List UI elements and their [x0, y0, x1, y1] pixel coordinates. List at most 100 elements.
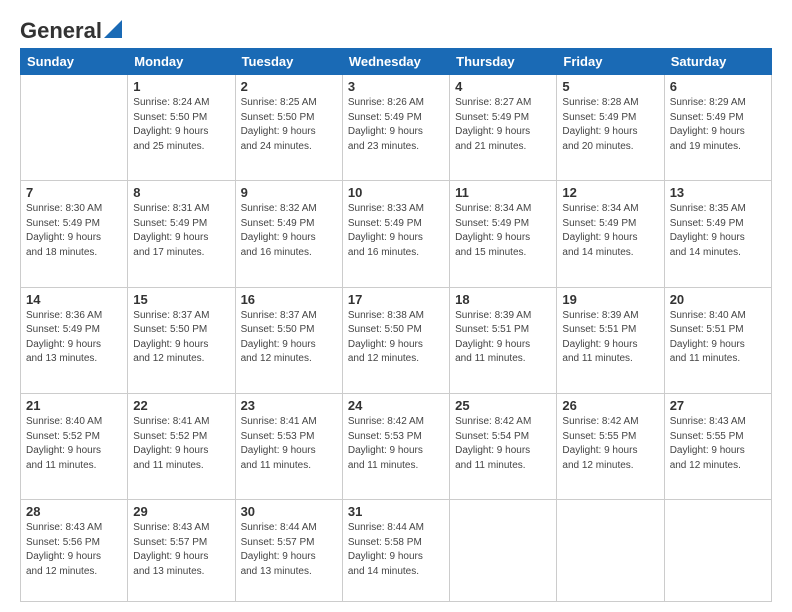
calendar-cell: 18Sunrise: 8:39 AM Sunset: 5:51 PM Dayli… — [450, 287, 557, 393]
day-number: 22 — [133, 398, 229, 413]
day-info: Sunrise: 8:42 AM Sunset: 5:54 PM Dayligh… — [455, 415, 551, 473]
logo-triangle-icon — [104, 20, 122, 38]
calendar-cell: 16 Sunrise: 8:37 AM Sunset: 5:50 PM Dayli… — [235, 287, 342, 393]
day-info: Sunrise: 8:38 AM Sunset: 5:50 PM Dayligh… — [348, 309, 444, 367]
day-number: 26 — [562, 398, 658, 413]
weekday-header-sunday: Sunday — [21, 49, 128, 75]
day-info: Sunrise: 8:44 AM Sunset: 5:58 PM Dayligh… — [348, 521, 444, 579]
calendar-cell: 1 Sunrise: 8:24 AM Sunset: 5:50 PM Daylig… — [128, 75, 235, 181]
weekday-header-saturday: Saturday — [664, 49, 771, 75]
day-number: 29 — [133, 504, 229, 519]
logo-general-text: General — [20, 18, 102, 44]
calendar-cell — [664, 500, 771, 602]
calendar-cell: 31 Sunrise: 8:44 AM Sunset: 5:58 PM Dayli… — [342, 500, 449, 602]
day-info: Sunrise: 8:33 AM Sunset: 5:49 PM Dayligh… — [348, 202, 444, 260]
day-number: 23 — [241, 398, 337, 413]
calendar-cell — [450, 500, 557, 602]
calendar-cell: 11 Sunrise: 8:34 AM Sunset: 5:49 PM Dayli… — [450, 181, 557, 287]
day-info: Sunrise: 8:43 AM Sunset: 5:55 PM Dayligh… — [670, 415, 766, 473]
day-number: 3 — [348, 79, 444, 94]
calendar-cell: 23 Sunrise: 8:41 AM Sunset: 5:53 PM Dayli… — [235, 394, 342, 500]
calendar: SundayMondayTuesdayWednesdayThursdayFrid… — [20, 48, 772, 602]
day-info: Sunrise: 8:34 AM Sunset: 5:49 PM Dayligh… — [455, 202, 551, 260]
day-info: Sunrise: 8:26 AM Sunset: 5:49 PM Dayligh… — [348, 96, 444, 154]
day-number: 12 — [562, 185, 658, 200]
calendar-cell — [557, 500, 664, 602]
day-info: Sunrise: 8:42 AM Sunset: 5:55 PM Dayligh… — [562, 415, 658, 473]
day-number: 20 — [670, 292, 766, 307]
day-number: 4 — [455, 79, 551, 94]
calendar-cell: 5 Sunrise: 8:28 AM Sunset: 5:49 PM Daylig… — [557, 75, 664, 181]
calendar-cell: 30 Sunrise: 8:44 AM Sunset: 5:57 PM Dayli… — [235, 500, 342, 602]
day-info: Sunrise: 8:32 AM Sunset: 5:49 PM Dayligh… — [241, 202, 337, 260]
day-info: Sunrise: 8:37 AM Sunset: 5:50 PM Dayligh… — [133, 309, 229, 367]
day-info: Sunrise: 8:44 AM Sunset: 5:57 PM Dayligh… — [241, 521, 337, 579]
day-number: 30 — [241, 504, 337, 519]
day-number: 2 — [241, 79, 337, 94]
day-number: 8 — [133, 185, 229, 200]
calendar-cell: 9 Sunrise: 8:32 AM Sunset: 5:49 PM Daylig… — [235, 181, 342, 287]
day-number: 1 — [133, 79, 229, 94]
weekday-header-thursday: Thursday — [450, 49, 557, 75]
day-number: 16 — [241, 292, 337, 307]
day-number: 9 — [241, 185, 337, 200]
day-number: 19 — [562, 292, 658, 307]
day-info: Sunrise: 8:40 AM Sunset: 5:52 PM Dayligh… — [26, 415, 122, 473]
calendar-cell: 6Sunrise: 8:29 AM Sunset: 5:49 PM Daylig… — [664, 75, 771, 181]
calendar-cell: 21Sunrise: 8:40 AM Sunset: 5:52 PM Dayli… — [21, 394, 128, 500]
calendar-cell: 28 Sunrise: 8:43 AM Sunset: 5:56 PM Dayli… — [21, 500, 128, 602]
day-number: 31 — [348, 504, 444, 519]
calendar-cell: 3 Sunrise: 8:26 AM Sunset: 5:49 PM Daylig… — [342, 75, 449, 181]
weekday-header-row: SundayMondayTuesdayWednesdayThursdayFrid… — [21, 49, 772, 75]
calendar-cell: 8 Sunrise: 8:31 AM Sunset: 5:49 PM Daylig… — [128, 181, 235, 287]
week-row-1: 1 Sunrise: 8:24 AM Sunset: 5:50 PM Daylig… — [21, 75, 772, 181]
calendar-cell: 26 Sunrise: 8:42 AM Sunset: 5:55 PM Dayli… — [557, 394, 664, 500]
day-info: Sunrise: 8:24 AM Sunset: 5:50 PM Dayligh… — [133, 96, 229, 154]
day-info: Sunrise: 8:28 AM Sunset: 5:49 PM Dayligh… — [562, 96, 658, 154]
day-info: Sunrise: 8:39 AM Sunset: 5:51 PM Dayligh… — [455, 309, 551, 367]
day-info: Sunrise: 8:27 AM Sunset: 5:49 PM Dayligh… — [455, 96, 551, 154]
calendar-cell: 17 Sunrise: 8:38 AM Sunset: 5:50 PM Dayli… — [342, 287, 449, 393]
day-info: Sunrise: 8:42 AM Sunset: 5:53 PM Dayligh… — [348, 415, 444, 473]
page: General SundayMondayTuesdayWednesdayThur… — [0, 0, 792, 612]
weekday-header-wednesday: Wednesday — [342, 49, 449, 75]
day-number: 17 — [348, 292, 444, 307]
day-info: Sunrise: 8:30 AM Sunset: 5:49 PM Dayligh… — [26, 202, 122, 260]
day-number: 24 — [348, 398, 444, 413]
day-info: Sunrise: 8:25 AM Sunset: 5:50 PM Dayligh… — [241, 96, 337, 154]
day-info: Sunrise: 8:41 AM Sunset: 5:53 PM Dayligh… — [241, 415, 337, 473]
day-info: Sunrise: 8:43 AM Sunset: 5:57 PM Dayligh… — [133, 521, 229, 579]
calendar-cell: 22Sunrise: 8:41 AM Sunset: 5:52 PM Dayli… — [128, 394, 235, 500]
day-info: Sunrise: 8:43 AM Sunset: 5:56 PM Dayligh… — [26, 521, 122, 579]
week-row-5: 28 Sunrise: 8:43 AM Sunset: 5:56 PM Dayli… — [21, 500, 772, 602]
calendar-cell: 19Sunrise: 8:39 AM Sunset: 5:51 PM Dayli… — [557, 287, 664, 393]
day-number: 28 — [26, 504, 122, 519]
calendar-cell: 25 Sunrise: 8:42 AM Sunset: 5:54 PM Dayli… — [450, 394, 557, 500]
calendar-cell: 24 Sunrise: 8:42 AM Sunset: 5:53 PM Dayli… — [342, 394, 449, 500]
day-number: 6 — [670, 79, 766, 94]
day-number: 11 — [455, 185, 551, 200]
day-number: 10 — [348, 185, 444, 200]
day-info: Sunrise: 8:36 AM Sunset: 5:49 PM Dayligh… — [26, 309, 122, 367]
day-number: 14 — [26, 292, 122, 307]
day-info: Sunrise: 8:37 AM Sunset: 5:50 PM Dayligh… — [241, 309, 337, 367]
weekday-header-friday: Friday — [557, 49, 664, 75]
day-number: 25 — [455, 398, 551, 413]
calendar-cell: 13 Sunrise: 8:35 AM Sunset: 5:49 PM Dayli… — [664, 181, 771, 287]
header: General — [20, 18, 772, 40]
week-row-3: 14 Sunrise: 8:36 AM Sunset: 5:49 PM Dayli… — [21, 287, 772, 393]
day-number: 13 — [670, 185, 766, 200]
day-info: Sunrise: 8:35 AM Sunset: 5:49 PM Dayligh… — [670, 202, 766, 260]
calendar-cell: 10 Sunrise: 8:33 AM Sunset: 5:49 PM Dayli… — [342, 181, 449, 287]
calendar-cell — [21, 75, 128, 181]
week-row-4: 21Sunrise: 8:40 AM Sunset: 5:52 PM Dayli… — [21, 394, 772, 500]
calendar-cell: 29 Sunrise: 8:43 AM Sunset: 5:57 PM Dayli… — [128, 500, 235, 602]
day-info: Sunrise: 8:31 AM Sunset: 5:49 PM Dayligh… — [133, 202, 229, 260]
day-number: 5 — [562, 79, 658, 94]
day-number: 7 — [26, 185, 122, 200]
calendar-cell: 20Sunrise: 8:40 AM Sunset: 5:51 PM Dayli… — [664, 287, 771, 393]
logo: General — [20, 18, 122, 40]
weekday-header-monday: Monday — [128, 49, 235, 75]
calendar-cell: 7 Sunrise: 8:30 AM Sunset: 5:49 PM Daylig… — [21, 181, 128, 287]
day-info: Sunrise: 8:34 AM Sunset: 5:49 PM Dayligh… — [562, 202, 658, 260]
